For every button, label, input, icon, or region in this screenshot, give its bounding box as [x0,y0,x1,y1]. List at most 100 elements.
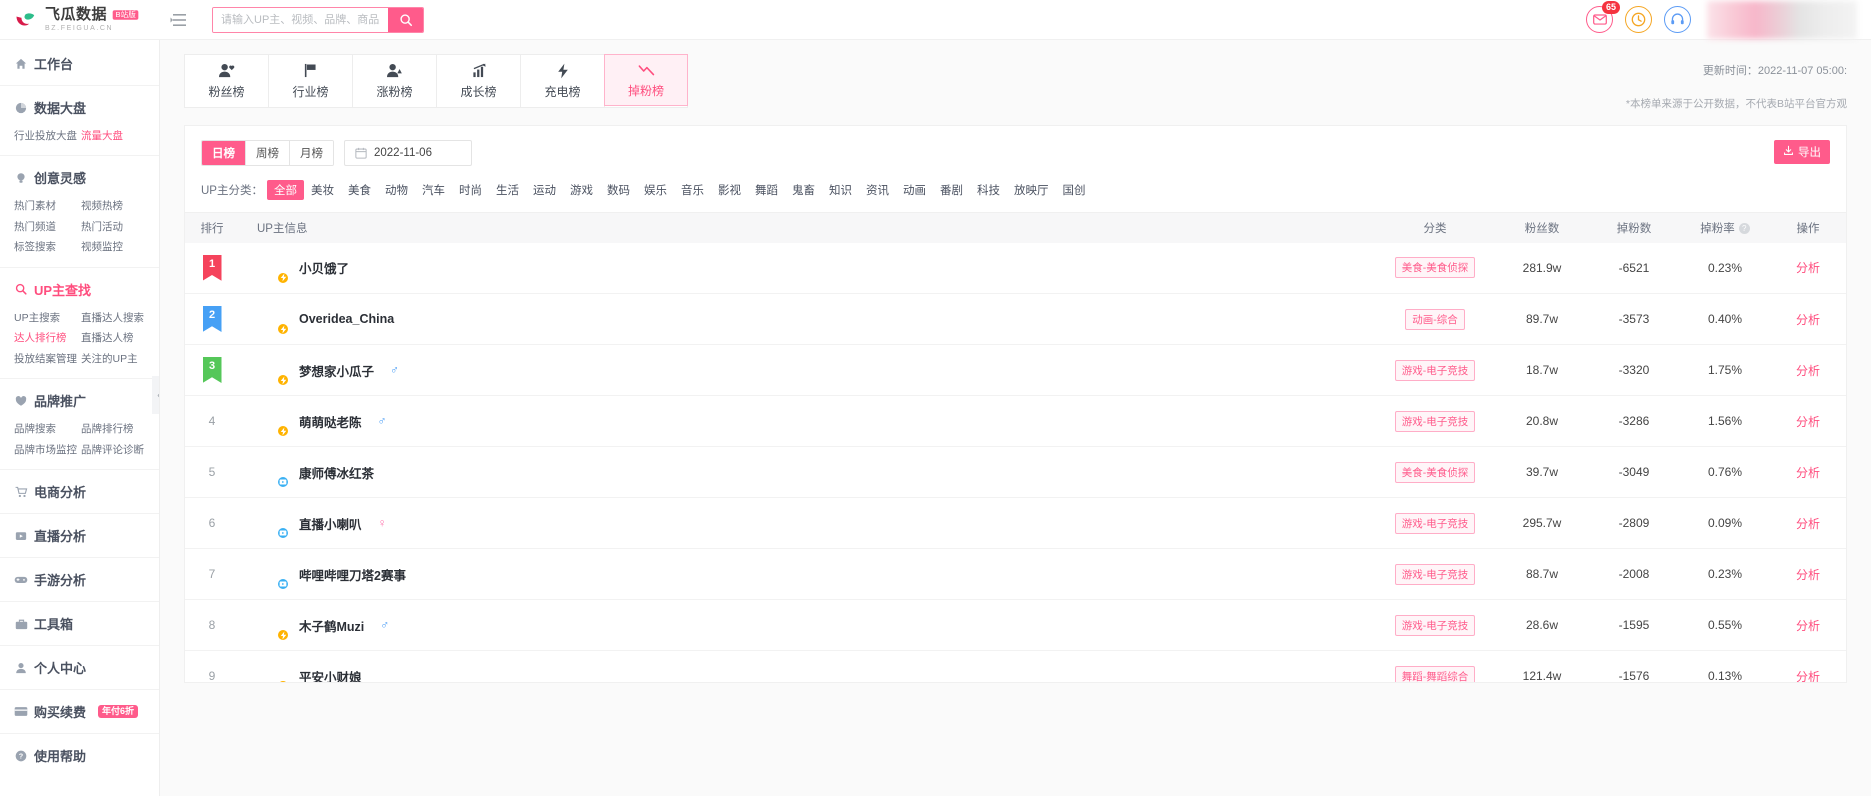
category-tag[interactable]: 舞蹈-舞蹈综合 [1394,665,1476,682]
category-游戏[interactable]: 游戏 [563,180,600,200]
up-name[interactable]: 木子鹤Muzi [299,616,364,635]
clock-icon[interactable] [1625,6,1652,33]
up-name[interactable]: 直播小喇叭 [299,514,362,533]
table-row[interactable]: 1 小贝饿了 美食-美食侦探 281.9w -6521 0.23% 分析 [185,242,1846,294]
avatar[interactable] [257,406,289,437]
headset-icon[interactable] [1664,6,1691,33]
analyze-link[interactable]: 分析 [1796,517,1820,531]
sidebar-link-直播达人榜[interactable]: 直播达人榜 [81,328,148,348]
sidebar-link-热门频道[interactable]: 热门频道 [14,217,81,237]
avatar[interactable] [257,508,289,539]
analyze-link[interactable]: 分析 [1796,261,1820,275]
category-动物[interactable]: 动物 [378,180,415,200]
category-知识[interactable]: 知识 [822,180,859,200]
analyze-link[interactable]: 分析 [1796,670,1820,682]
category-音乐[interactable]: 音乐 [674,180,711,200]
tab-掉粉榜[interactable]: 掉粉榜 [604,54,688,106]
sidebar-link-品牌评论诊断[interactable]: 品牌评论诊断 [81,440,148,460]
category-美妆[interactable]: 美妆 [304,180,341,200]
sidebar-link-流量大盘[interactable]: 流量大盘 [81,126,148,146]
sidebar-link-品牌市场监控[interactable]: 品牌市场监控 [14,440,81,460]
sidebar-link-热门活动[interactable]: 热门活动 [81,217,148,237]
sidebar-link-行业投放大盘[interactable]: 行业投放大盘 [14,126,81,146]
sidebar-item-数据大盘[interactable]: 数据大盘 [0,95,159,120]
category-动画[interactable]: 动画 [896,180,933,200]
sidebar-item-电商分析[interactable]: 电商分析 [0,479,159,504]
category-tag[interactable]: 游戏-电子竞技 [1394,410,1476,432]
sidebar-link-品牌搜索[interactable]: 品牌搜索 [14,419,81,439]
category-tag[interactable]: 游戏-电子竞技 [1394,359,1476,381]
up-name[interactable]: Overidea_China [299,312,394,326]
tab-涨粉榜[interactable]: 涨粉榜 [353,55,437,107]
analyze-link[interactable]: 分析 [1796,466,1820,480]
table-row[interactable]: 6 直播小喇叭 ♀ 游戏-电子竞技 295.7w -2809 0.09% 分析 [185,497,1846,549]
category-运动[interactable]: 运动 [526,180,563,200]
category-放映厅[interactable]: 放映厅 [1007,180,1056,200]
category-数码[interactable]: 数码 [600,180,637,200]
tab-成长榜[interactable]: 成长榜 [437,55,521,107]
sidebar-link-热门素材[interactable]: 热门素材 [14,196,81,216]
category-全部[interactable]: 全部 [266,180,304,200]
sidebar-item-个人中心[interactable]: 个人中心 [0,655,159,680]
date-picker[interactable]: 2022-11-06 [344,140,472,166]
mail-icon[interactable]: 65 [1586,1,1620,33]
search-input[interactable] [213,7,388,32]
avatar[interactable] [257,253,289,284]
sidebar-link-关注的UP主[interactable]: 关注的UP主 [81,349,148,369]
analyze-link[interactable]: 分析 [1796,568,1820,582]
avatar[interactable] [257,457,289,488]
sidebar-item-工作台[interactable]: 工作台 [0,51,159,76]
table-row[interactable]: 2 Overidea_China 动画-综合 89.7w -3573 0.40% 分析 [185,293,1846,345]
category-科技[interactable]: 科技 [970,180,1007,200]
sidebar-link-直播达人搜索[interactable]: 直播达人搜索 [81,308,148,328]
sidebar-link-UP主搜索[interactable]: UP主搜索 [14,308,81,328]
category-影视[interactable]: 影视 [711,180,748,200]
up-name[interactable]: 康师傅冰红茶 [299,463,374,482]
category-tag[interactable]: 游戏-电子竞技 [1394,563,1476,585]
table-scroll-area[interactable]: 排行 UP主信息 分类 粉丝数 掉粉数 掉粉率? 操作 1 小贝饿了 美食-美食… [185,212,1846,682]
category-国创[interactable]: 国创 [1055,180,1092,200]
sidebar-link-视频热榜[interactable]: 视频热榜 [81,196,148,216]
category-娱乐[interactable]: 娱乐 [637,180,674,200]
tab-行业榜[interactable]: 行业榜 [269,55,353,107]
category-汽车[interactable]: 汽车 [415,180,452,200]
table-row[interactable]: 3 梦想家小瓜子 ♂ 游戏-电子竞技 18.7w -3320 1.75% 分析 [185,344,1846,396]
up-name[interactable]: 萌萌哒老陈 [299,412,362,431]
table-row[interactable]: 9 平安小财娘 舞蹈-舞蹈综合 121.4w -1576 0.13% 分析 [185,651,1846,682]
category-tag[interactable]: 游戏-电子竞技 [1394,512,1476,534]
analyze-link[interactable]: 分析 [1796,619,1820,633]
tab-充电榜[interactable]: 充电榜 [521,55,605,107]
export-button[interactable]: 导出 [1774,140,1830,164]
sidebar-item-购买续费[interactable]: 购买续费 年付6折 [0,699,159,724]
avatar[interactable] [257,559,289,590]
avatar[interactable] [257,610,289,641]
sidebar-link-品牌排行榜[interactable]: 品牌排行榜 [81,419,148,439]
sidebar-item-品牌推广[interactable]: 品牌推广 [0,388,159,413]
tab-粉丝榜[interactable]: 粉丝榜 [185,55,269,107]
category-舞蹈[interactable]: 舞蹈 [748,180,785,200]
up-name[interactable]: 梦想家小瓜子 [299,361,374,380]
period-日榜[interactable]: 日榜 [202,141,246,165]
up-name[interactable]: 哔哩哔哩刀塔2赛事 [299,565,406,584]
category-tag[interactable]: 游戏-电子竞技 [1394,614,1476,636]
sidebar-item-UP主查找[interactable]: UP主查找 [0,277,159,302]
category-tag[interactable]: 动画-综合 [1405,308,1465,330]
category-tag[interactable]: 美食-美食侦探 [1394,257,1476,279]
category-番剧[interactable]: 番剧 [933,180,970,200]
question-icon[interactable]: ? [1738,223,1750,235]
analyze-link[interactable]: 分析 [1796,313,1820,327]
menu-collapse-icon[interactable] [170,13,186,27]
avatar[interactable] [257,304,289,335]
sidebar-item-手游分析[interactable]: 手游分析 [0,567,159,592]
sidebar-item-直播分析[interactable]: 直播分析 [0,523,159,548]
avatar[interactable] [257,355,289,386]
brand-logo[interactable]: 飞瓜数据 B站版 BZ.FEIGUA.CN [0,7,160,32]
search-button[interactable] [388,7,423,32]
sidebar-item-使用帮助[interactable]: ? 使用帮助 [0,743,159,768]
avatar[interactable] [257,661,289,682]
category-时尚[interactable]: 时尚 [452,180,489,200]
sidebar-link-投放结案管理[interactable]: 投放结案管理 [14,349,81,369]
sidebar-link-标签搜索[interactable]: 标签搜索 [14,237,81,257]
period-月榜[interactable]: 月榜 [290,141,333,165]
category-美食[interactable]: 美食 [341,180,378,200]
